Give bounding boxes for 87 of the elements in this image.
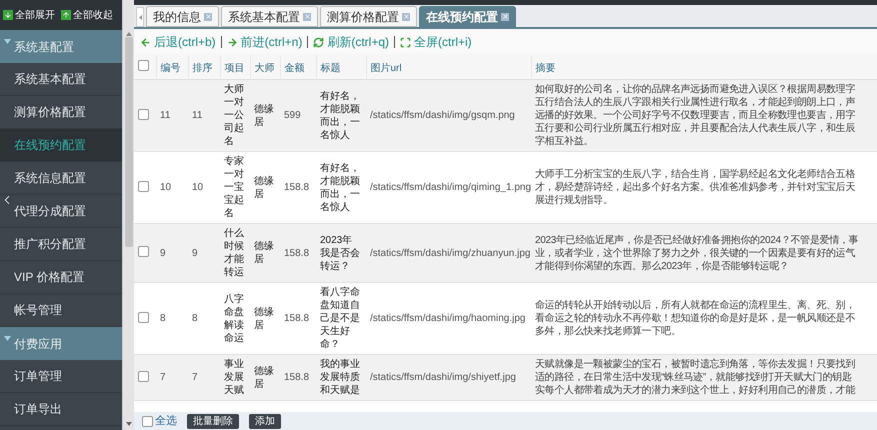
column-header: 图片url bbox=[370, 63, 402, 74]
checkbox[interactable] bbox=[138, 60, 149, 71]
close-icon[interactable] bbox=[501, 12, 509, 20]
nav-link[interactable]: 后退(ctrl+b) bbox=[140, 33, 216, 51]
column-header: 标题 bbox=[320, 63, 340, 74]
column-header: 金额 bbox=[284, 63, 304, 74]
column-header: 编号 bbox=[160, 63, 180, 74]
table-cell-text: /statics/ffsm/dashi/img/haoming.jpg bbox=[370, 312, 526, 325]
checkbox[interactable] bbox=[138, 370, 149, 382]
tab[interactable]: 我的信息 bbox=[146, 6, 219, 27]
column-header: 摘要 bbox=[536, 63, 556, 74]
summary-text: 天赋就像是一颗被蒙尘的宝石，被暂时遗忘到角落，等你去发掘！只要找到 适的路径，在日常生活中发现“蛛丝马迹”，就能够找到打开天赋大门的钥匙 实每个人都带着成为天才的潜力来到这个世上，好好利用自己的潜质，才能 bbox=[535, 358, 856, 397]
table-cell-text: 7 bbox=[160, 371, 167, 384]
arrow-left-icon bbox=[140, 36, 151, 48]
table-cell-text: 8 bbox=[160, 312, 167, 325]
table-cell-text: 9 bbox=[160, 246, 167, 260]
checkbox[interactable] bbox=[138, 312, 149, 322]
summary-text: 大师手工分析宝宝的生辰八字，结合生肖，国学易经起名文化老师结合五格 才，易经楚辞诗经，起出多个好名方案。供准爸准妈参考，并针对宝宝后天 展进行规划指导。 bbox=[535, 168, 856, 207]
column-header: 排序 bbox=[192, 63, 212, 74]
table-cell-text: 158.8 bbox=[284, 181, 310, 194]
group-label: 系统基配置 bbox=[14, 38, 74, 56]
table-cell-text: 11 bbox=[192, 109, 204, 122]
expand-all-button[interactable]: 全部展开 bbox=[3, 8, 55, 22]
collapse-all-button[interactable]: 全部收起 bbox=[61, 8, 113, 22]
table-cell-text: 德缘居 bbox=[254, 306, 275, 332]
tab[interactable]: 系统基本配置 bbox=[221, 6, 318, 27]
table-cell-text: 八字命盘解读命运 bbox=[224, 292, 245, 344]
table-cell-text: 599 bbox=[284, 109, 302, 122]
checkbox[interactable] bbox=[142, 416, 153, 426]
checkbox[interactable] bbox=[138, 108, 149, 120]
checkbox[interactable] bbox=[138, 180, 149, 192]
table-cell-text: 德缘居 bbox=[254, 174, 275, 200]
table-cell-text: 事业发展天赋 bbox=[224, 358, 245, 397]
nav-link[interactable]: 刷新(ctrl+q) bbox=[313, 33, 390, 51]
table-cell-text: 我的事业发展特质和天赋是 bbox=[320, 358, 361, 397]
close-icon[interactable] bbox=[303, 12, 311, 20]
checkbox[interactable] bbox=[138, 246, 149, 257]
arrow-down-icon bbox=[3, 10, 13, 20]
column-header: 大师 bbox=[254, 63, 274, 74]
summary-text: 2023年已经临近尾声，你是否已经做好准备拥抱你的2024？不管是爱情，事 业，或者学业，这个世界除了努力之外，很关键的一个因素是要有好的运气 才能得到你渴望的东西。那么2023年，你是否能够转运呢？ bbox=[535, 234, 860, 272]
caret-left-icon bbox=[138, 14, 142, 20]
sidebar-item[interactable]: 在线预约配置 bbox=[0, 129, 122, 162]
table-cell-text: 2023年我是否会转运？ bbox=[320, 234, 361, 272]
nav-link[interactable]: 全屏(ctrl+i) bbox=[400, 33, 472, 51]
scrollbar[interactable] bbox=[122, 0, 134, 430]
select-all-label[interactable]: 全选 bbox=[155, 412, 177, 430]
arrow-right-icon bbox=[226, 36, 238, 48]
caret-down-icon bbox=[4, 336, 11, 341]
table-cell-text: 看八字命盘知道自己是不是天生好命？ bbox=[320, 286, 361, 351]
close-icon[interactable] bbox=[204, 12, 212, 20]
nav-link[interactable]: 前进(ctrl+n) bbox=[226, 33, 302, 51]
summary-text: 如何取好的公司名，让你的品牌名声远扬而避免进入误区？根据周易数理字 五行结合法人的生辰八字跟相关行业属性进行取名，才能起到朗朗上口，声 远播的好效果。一个公司好字号不仅数理要吉，而且全称数理也要吉，用字 五行要和公司行业所属五行相对应，并且要配合法人代表生辰八字，和生辰 字相互补益。 bbox=[535, 83, 856, 148]
table-cell-text: 9 bbox=[192, 246, 199, 260]
sidebar-group-header[interactable]: 付费应用 bbox=[0, 327, 122, 360]
table-cell-text: 德缘居 bbox=[254, 102, 275, 128]
refresh-icon bbox=[313, 36, 324, 48]
action-button[interactable]: 批量删除 bbox=[187, 414, 239, 428]
tab[interactable]: 在线预约配置 bbox=[419, 6, 516, 27]
table-cell-text: 10 bbox=[160, 181, 172, 194]
table-cell-text: 8 bbox=[192, 312, 199, 325]
group-label: 付费应用 bbox=[14, 336, 62, 352]
table-cell-text: 专家一对一宝宝起名 bbox=[224, 155, 245, 220]
arrow-up-icon bbox=[61, 10, 71, 20]
table-cell-text: 德缘居 bbox=[254, 364, 275, 390]
table-cell-text: 10 bbox=[192, 181, 204, 194]
table-cell-text: 有好名，才能脱颖而出，一名惊人 bbox=[320, 90, 361, 142]
table-cell-text: 11 bbox=[160, 109, 172, 122]
table-cell-text: 大师一对一公司起名 bbox=[224, 83, 245, 148]
fullscreen-icon bbox=[400, 36, 412, 48]
table-cell-text: 158.8 bbox=[284, 246, 310, 260]
table-cell-text: 7 bbox=[192, 371, 199, 384]
caret-down-icon bbox=[4, 39, 11, 44]
sidebar-group-header[interactable]: 系统基配置 bbox=[0, 30, 122, 63]
table-cell-text: /statics/ffsm/dashi/img/shiyetf.jpg bbox=[370, 371, 517, 384]
tab[interactable]: 测算价格配置 bbox=[320, 6, 417, 27]
close-icon[interactable] bbox=[402, 12, 410, 20]
table-cell-text: /statics/ffsm/dashi/img/gsqm.png bbox=[370, 109, 516, 122]
tab-scroll-left[interactable] bbox=[136, 7, 144, 27]
action-button[interactable]: 添加 bbox=[249, 414, 281, 428]
summary-text: 命运的转轮从开始转动以后，所有人就都在命运的流程里生、离、死、别， 看命运之轮的转动永不再停歇！想知道你的命是好是坏，是一帆风顺还是不 多舛，那么快来找老师算一下吧。 bbox=[535, 299, 856, 338]
table-cell-text: 有好名，才能脱颖而出，一名惊人 bbox=[320, 162, 361, 214]
scroll-down-icon[interactable] bbox=[126, 422, 132, 426]
table-cell-text: 158.8 bbox=[284, 312, 310, 325]
column-header: 项目 bbox=[224, 63, 244, 74]
table-cell-text: 德缘居 bbox=[254, 240, 275, 266]
table-cell-text: 什么时候才能转运 bbox=[224, 227, 245, 279]
table-cell-text: 158.8 bbox=[284, 371, 310, 384]
